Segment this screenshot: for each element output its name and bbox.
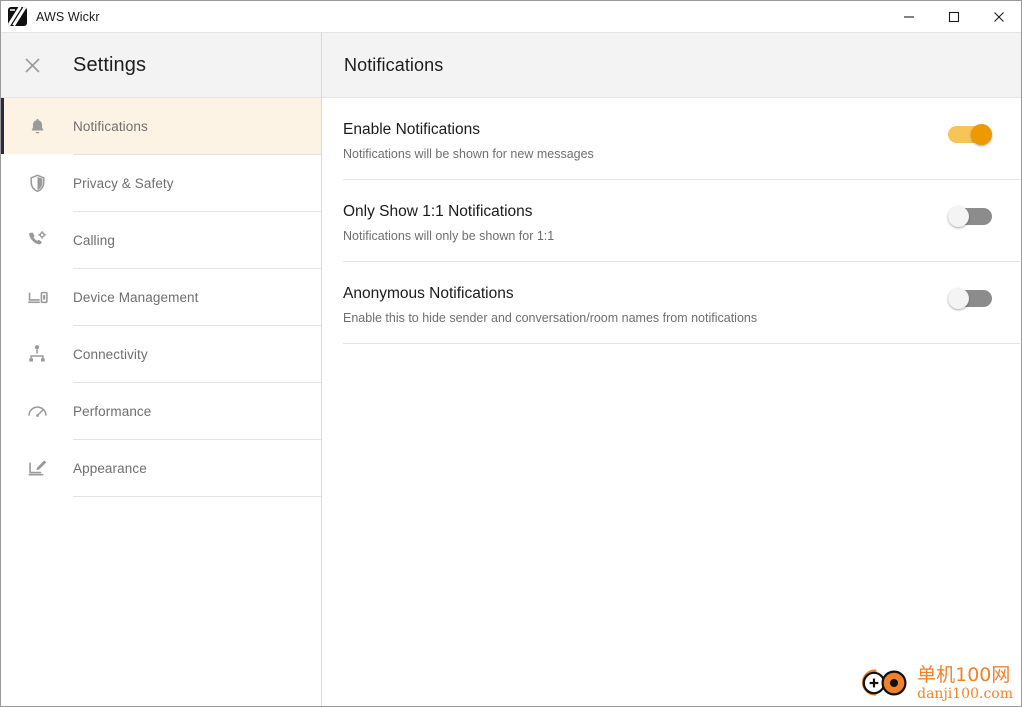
settings-nav-list: Notifications Privacy & Safety Calling D… (1, 98, 321, 706)
anonymous-notifications-toggle[interactable] (948, 288, 992, 309)
sidebar-item-label: Notifications (73, 118, 148, 134)
sidebar-item-label: Connectivity (73, 346, 148, 362)
setting-label: Only Show 1:1 Notifications (343, 203, 533, 220)
watermark-cn: 单机100网 (917, 663, 1011, 686)
setting-label: Enable Notifications (343, 121, 480, 138)
setting-text: Only Show 1:1 Notifications Notification… (343, 202, 554, 244)
sidebar-item-label: Device Management (73, 289, 199, 305)
app-window: AWS Wickr Settings Notifications Privacy… (0, 0, 1022, 707)
wickr-logo-icon (8, 7, 27, 26)
setting-text: Anonymous Notifications Enable this to h… (343, 284, 757, 326)
setting-description: Enable this to hide sender and conversat… (343, 311, 758, 325)
gauge-icon (1, 400, 73, 423)
watermark: 单机100网 danji100.com (855, 665, 1013, 701)
enable-notifications-toggle[interactable] (948, 124, 992, 145)
sidebar-item-appearance[interactable]: Appearance (1, 440, 321, 496)
titlebar: AWS Wickr (1, 1, 1021, 33)
settings-title: Settings (73, 53, 147, 76)
body-split: Settings Notifications Privacy & Safety … (1, 33, 1021, 706)
content-panel: Notifications Enable Notifications Notif… (322, 33, 1021, 706)
close-button[interactable] (976, 1, 1021, 32)
sidebar-item-label: Calling (73, 232, 115, 248)
setting-description: Notifications will be shown for new mess… (343, 147, 594, 161)
settings-sidebar: Settings Notifications Privacy & Safety … (1, 33, 322, 706)
devices-icon (1, 286, 73, 309)
sidebar-item-performance[interactable]: Performance (1, 383, 321, 439)
sidebar-filler (1, 497, 321, 706)
watermark-logo-icon (855, 665, 913, 701)
watermark-en: danji100.com (917, 685, 1013, 702)
sidebar-item-label: Appearance (73, 460, 147, 476)
minimize-button[interactable] (886, 1, 931, 32)
setting-label: Anonymous Notifications (343, 285, 514, 302)
window-controls (886, 1, 1021, 32)
network-icon (1, 343, 73, 365)
app-title: AWS Wickr (36, 9, 100, 24)
bell-icon (1, 116, 73, 137)
sidebar-item-label: Performance (73, 403, 152, 419)
page-title: Notifications (344, 54, 444, 75)
sidebar-item-calling[interactable]: Calling (1, 212, 321, 268)
sidebar-item-notifications[interactable]: Notifications (1, 98, 321, 154)
only-show-one-to-one-toggle[interactable] (948, 206, 992, 227)
setting-description: Notifications will only be shown for 1:1 (343, 229, 555, 243)
sidebar-item-label: Privacy & Safety (73, 175, 174, 191)
settings-rows: Enable Notifications Notifications will … (322, 98, 1021, 344)
phone-gear-icon (1, 229, 73, 251)
close-icon[interactable] (17, 50, 47, 80)
sidebar-item-device-management[interactable]: Device Management (1, 269, 321, 325)
maximize-button[interactable] (931, 1, 976, 32)
setting-text: Enable Notifications Notifications will … (343, 120, 594, 162)
setting-row: Only Show 1:1 Notifications Notification… (343, 180, 1020, 262)
titlebar-left: AWS Wickr (1, 7, 100, 26)
watermark-text: 单机100网 danji100.com (917, 663, 1013, 702)
setting-row: Anonymous Notifications Enable this to h… (343, 262, 1020, 344)
content-header: Notifications (322, 33, 1021, 98)
sidebar-item-privacy-safety[interactable]: Privacy & Safety (1, 155, 321, 211)
setting-row: Enable Notifications Notifications will … (343, 98, 1020, 180)
settings-header: Settings (1, 33, 321, 98)
shield-icon (1, 173, 73, 194)
sidebar-item-connectivity[interactable]: Connectivity (1, 326, 321, 382)
edit-panel-icon (1, 457, 73, 480)
